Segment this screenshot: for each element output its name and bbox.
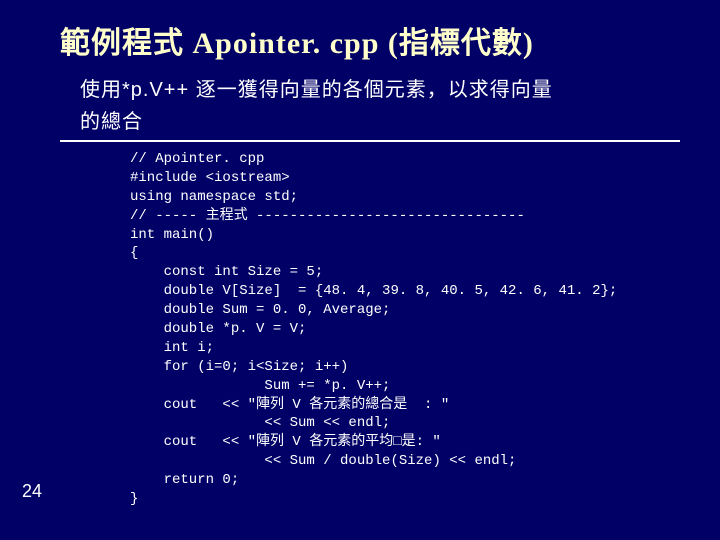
code-line: double Sum = 0. 0, Average; [130,302,390,318]
code-line: { [130,245,138,261]
divider [60,140,680,142]
code-line: cout << "陣列 V 各元素的總合是 : " [130,397,449,413]
code-block: // Apointer. cpp #include <iostream> usi… [130,150,680,509]
slide-title: 範例程式 Apointer. cpp (指標代數) [60,18,680,62]
code-line: for (i=0; i<Size; i++) [130,359,348,375]
code-line: << Sum / double(Size) << endl; [130,453,516,469]
code-line: Sum += *p. V++; [130,378,390,394]
code-line: using namespace std; [130,189,298,205]
code-line: << Sum << endl; [130,415,390,431]
subtitle-line-2: 的總合 [80,108,680,136]
code-line: double V[Size] = {48. 4, 39. 8, 40. 5, 4… [130,283,617,299]
code-line: const int Size = 5; [130,264,323,280]
code-line: int i; [130,340,214,356]
code-line: cout << "陣列 V 各元素的平均□是: " [130,434,441,450]
code-line: } [130,491,138,507]
code-line: double *p. V = V; [130,321,306,337]
code-line: #include <iostream> [130,170,290,186]
page-number: 24 [22,481,42,502]
code-line: // ----- 主程式 ---------------------------… [130,208,525,224]
code-line: // Apointer. cpp [130,151,264,167]
slide: 範例程式 Apointer. cpp (指標代數) 使用*p.V++ 逐一獲得向… [0,0,720,509]
subtitle-line-1: 使用*p.V++ 逐一獲得向量的各個元素，以求得向量 [80,76,680,104]
code-line: return 0; [130,472,239,488]
code-line: int main() [130,227,214,243]
